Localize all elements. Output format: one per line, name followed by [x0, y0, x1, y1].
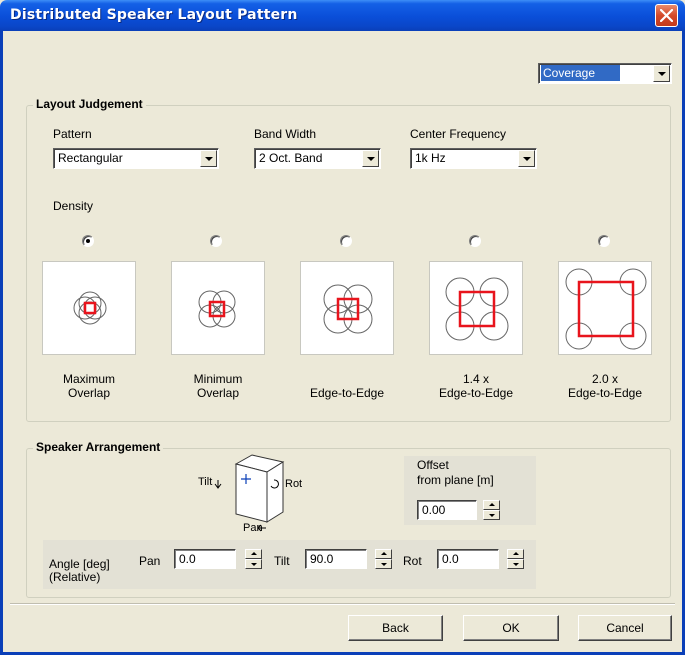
ok-button[interactable]: OK	[463, 615, 559, 641]
offset-label-line1: Offset	[417, 458, 449, 472]
pan-spinner[interactable]	[245, 549, 262, 569]
view-mode-select[interactable]: Coverage	[538, 63, 672, 84]
tilt-spinner[interactable]	[375, 549, 392, 569]
spin-up-icon[interactable]	[507, 549, 524, 559]
pattern-label: Pattern	[53, 127, 92, 141]
tilt-arrow-icon	[214, 480, 222, 489]
caption-maximum-overlap: Maximum Overlap	[34, 372, 144, 400]
pattern-select[interactable]: Rectangular	[53, 148, 219, 169]
caption-line2: Overlap	[196, 386, 240, 400]
caption-edge-to-edge: Edge-to-Edge	[292, 372, 402, 400]
caption-line1: 2.0 x	[591, 372, 618, 386]
pattern-value: Rectangular	[58, 151, 123, 165]
center-frequency-value: 1k Hz	[415, 151, 446, 165]
spin-up-icon[interactable]	[245, 549, 262, 559]
density-preview-maximum-overlap[interactable]	[42, 261, 136, 355]
pan-label: Pan	[139, 554, 161, 568]
spin-down-icon[interactable]	[483, 510, 500, 520]
spin-up-icon[interactable]	[483, 500, 500, 510]
spin-down-icon[interactable]	[507, 559, 524, 569]
tilt-value: 90.0	[310, 552, 334, 566]
offset-spinner[interactable]	[483, 500, 500, 520]
tilt-diagram-label: Tilt	[198, 476, 213, 488]
density-radio-1-4x-edge-to-edge[interactable]	[469, 235, 481, 247]
back-button[interactable]: Back	[348, 615, 443, 641]
spin-up-icon[interactable]	[375, 549, 392, 559]
caption-line2: Edge-to-Edge	[567, 386, 643, 400]
angle-label: Angle [deg]	[49, 557, 110, 571]
offset-input[interactable]: 0.00	[417, 500, 477, 520]
caption-2-0x-edge-to-edge: 2.0 x Edge-to-Edge	[550, 372, 660, 400]
tilt-input[interactable]: 90.0	[305, 549, 367, 569]
rot-diagram-label: Rot	[285, 478, 303, 490]
button-separator	[10, 603, 675, 605]
close-icon	[660, 9, 673, 22]
caption-minimum-overlap: Minimum Overlap	[163, 372, 273, 400]
cancel-button[interactable]: Cancel	[578, 615, 672, 641]
chevron-down-icon[interactable]	[518, 150, 535, 167]
chevron-down-icon[interactable]	[362, 150, 379, 167]
density-radio-2-0x-edge-to-edge[interactable]	[598, 235, 610, 247]
density-preview-1-4x-edge-to-edge[interactable]	[429, 261, 523, 355]
density-preview-minimum-overlap[interactable]	[171, 261, 265, 355]
speaker-arrangement-title: Speaker Arrangement	[33, 440, 164, 454]
spin-down-icon[interactable]	[245, 559, 262, 569]
offset-label-line2: from plane [m]	[417, 473, 494, 487]
max-overlap-diagram	[73, 291, 107, 325]
density-preview-edge-to-edge[interactable]	[300, 261, 394, 355]
layout-judgement-title: Layout Judgement	[33, 97, 146, 111]
title-bar[interactable]: Distributed Speaker Layout Pattern	[0, 0, 685, 31]
min-overlap-diagram	[198, 290, 236, 328]
caption-line2: Overlap	[67, 386, 111, 400]
edge-to-edge-2-0x-diagram	[565, 268, 647, 350]
caption-line1	[292, 372, 402, 386]
bandwidth-value: 2 Oct. Band	[259, 151, 323, 165]
density-radio-edge-to-edge[interactable]	[340, 235, 352, 247]
density-radio-minimum-overlap[interactable]	[210, 235, 222, 247]
rot-input[interactable]: 0.0	[437, 549, 499, 569]
density-label: Density	[53, 199, 94, 213]
bandwidth-select[interactable]: 2 Oct. Band	[254, 148, 381, 169]
caption-1-4x-edge-to-edge: 1.4 x Edge-to-Edge	[421, 372, 531, 400]
caption-line2: Edge-to-Edge	[438, 386, 514, 400]
caption-line2: Edge-to-Edge	[309, 386, 385, 400]
center-frequency-select[interactable]: 1k Hz	[410, 148, 537, 169]
window-title: Distributed Speaker Layout Pattern	[10, 7, 298, 23]
view-mode-value: Coverage	[541, 65, 620, 81]
center-frequency-label: Center Frequency	[410, 127, 507, 141]
chevron-down-icon[interactable]	[653, 65, 670, 82]
window-frame-left	[0, 31, 3, 655]
edge-to-edge-diagram	[323, 284, 373, 334]
rot-label: Rot	[403, 554, 422, 568]
tilt-label: Tilt	[274, 554, 290, 568]
pan-input[interactable]: 0.0	[174, 549, 236, 569]
dialog-window: Distributed Speaker Layout Pattern Cover…	[0, 0, 685, 655]
angle-relative-label: (Relative)	[49, 570, 101, 584]
caption-line1: Maximum	[62, 372, 115, 386]
rot-value: 0.0	[442, 552, 459, 566]
pan-value: 0.0	[179, 552, 196, 566]
bandwidth-label: Band Width	[254, 127, 317, 141]
pan-diagram-label: Pan	[243, 522, 263, 534]
close-button[interactable]	[655, 4, 678, 27]
caption-line1: Minimum	[193, 372, 243, 386]
spin-down-icon[interactable]	[375, 559, 392, 569]
rot-spinner[interactable]	[507, 549, 524, 569]
offset-value: 0.00	[422, 503, 446, 517]
caption-line1: 1.4 x	[462, 372, 489, 386]
edge-to-edge-1-4x-diagram	[445, 277, 509, 341]
density-preview-2-0x-edge-to-edge[interactable]	[558, 261, 652, 355]
density-radio-maximum-overlap[interactable]	[82, 235, 94, 247]
chevron-down-icon[interactable]	[200, 150, 217, 167]
